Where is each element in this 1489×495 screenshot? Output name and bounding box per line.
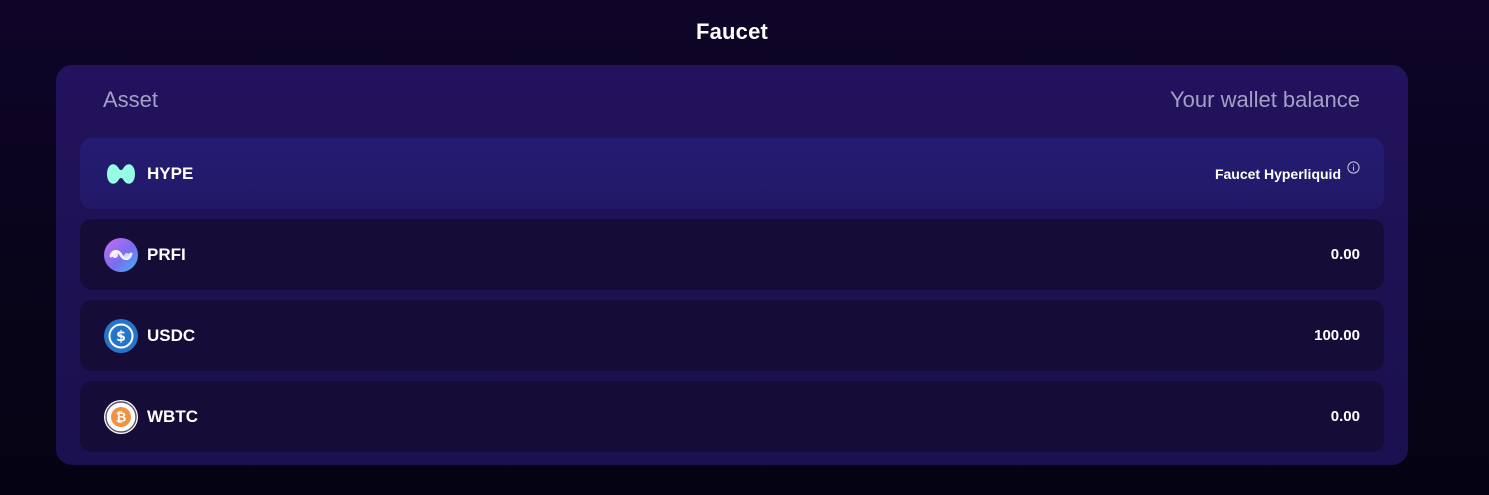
asset-row-wbtc[interactable]: ₿ WBTC 0.00 <box>80 381 1384 452</box>
asset-cell: $ USDC <box>104 318 196 353</box>
page-title: Faucet <box>695 19 769 44</box>
wbtc-logo-icon: ₿ <box>104 399 138 434</box>
asset-row-usdc[interactable]: $ USDC 100.00 <box>80 300 1384 371</box>
asset-symbol: HYPE <box>147 163 194 183</box>
svg-text:₿: ₿ <box>116 410 127 425</box>
balance-cell: 0.00 <box>1331 408 1360 425</box>
asset-row-hype[interactable]: HYPE Faucet Hyperliquid <box>80 138 1384 209</box>
asset-cell: HYPE <box>104 157 193 191</box>
asset-cell: PRFI <box>104 237 186 272</box>
wallet-balance: 0.00 <box>1330 246 1360 263</box>
balance-column-header: Your wallet balance <box>1170 87 1360 112</box>
asset-symbol: WBTC <box>147 406 198 426</box>
asset-symbol: USDC <box>147 325 196 345</box>
asset-cell: ₿ WBTC <box>104 399 198 434</box>
svg-text:$: $ <box>116 329 126 345</box>
prfi-logo-icon <box>104 237 138 272</box>
wallet-balance: 100.00 <box>1314 327 1360 344</box>
asset-symbol: PRFI <box>147 244 186 264</box>
balance-cell: Faucet Hyperliquid <box>1215 161 1360 182</box>
faucet-table-card: Asset Your wallet balance HYPE Faucet Hy… <box>56 65 1408 465</box>
faucet-hyperliquid-link[interactable]: Faucet Hyperliquid <box>1215 166 1341 182</box>
table-header: Asset Your wallet balance <box>103 85 1360 115</box>
balance-cell: 0.00 <box>1331 246 1360 263</box>
asset-row-prfi[interactable]: PRFI 0.00 <box>80 219 1384 290</box>
balance-cell: 100.00 <box>1314 327 1360 344</box>
wallet-balance: 0.00 <box>1330 408 1360 425</box>
asset-column-header: Asset <box>103 87 159 112</box>
usdc-logo-icon: $ <box>104 318 138 353</box>
hyperliquid-logo-icon <box>104 157 138 191</box>
info-icon[interactable] <box>1347 161 1360 174</box>
